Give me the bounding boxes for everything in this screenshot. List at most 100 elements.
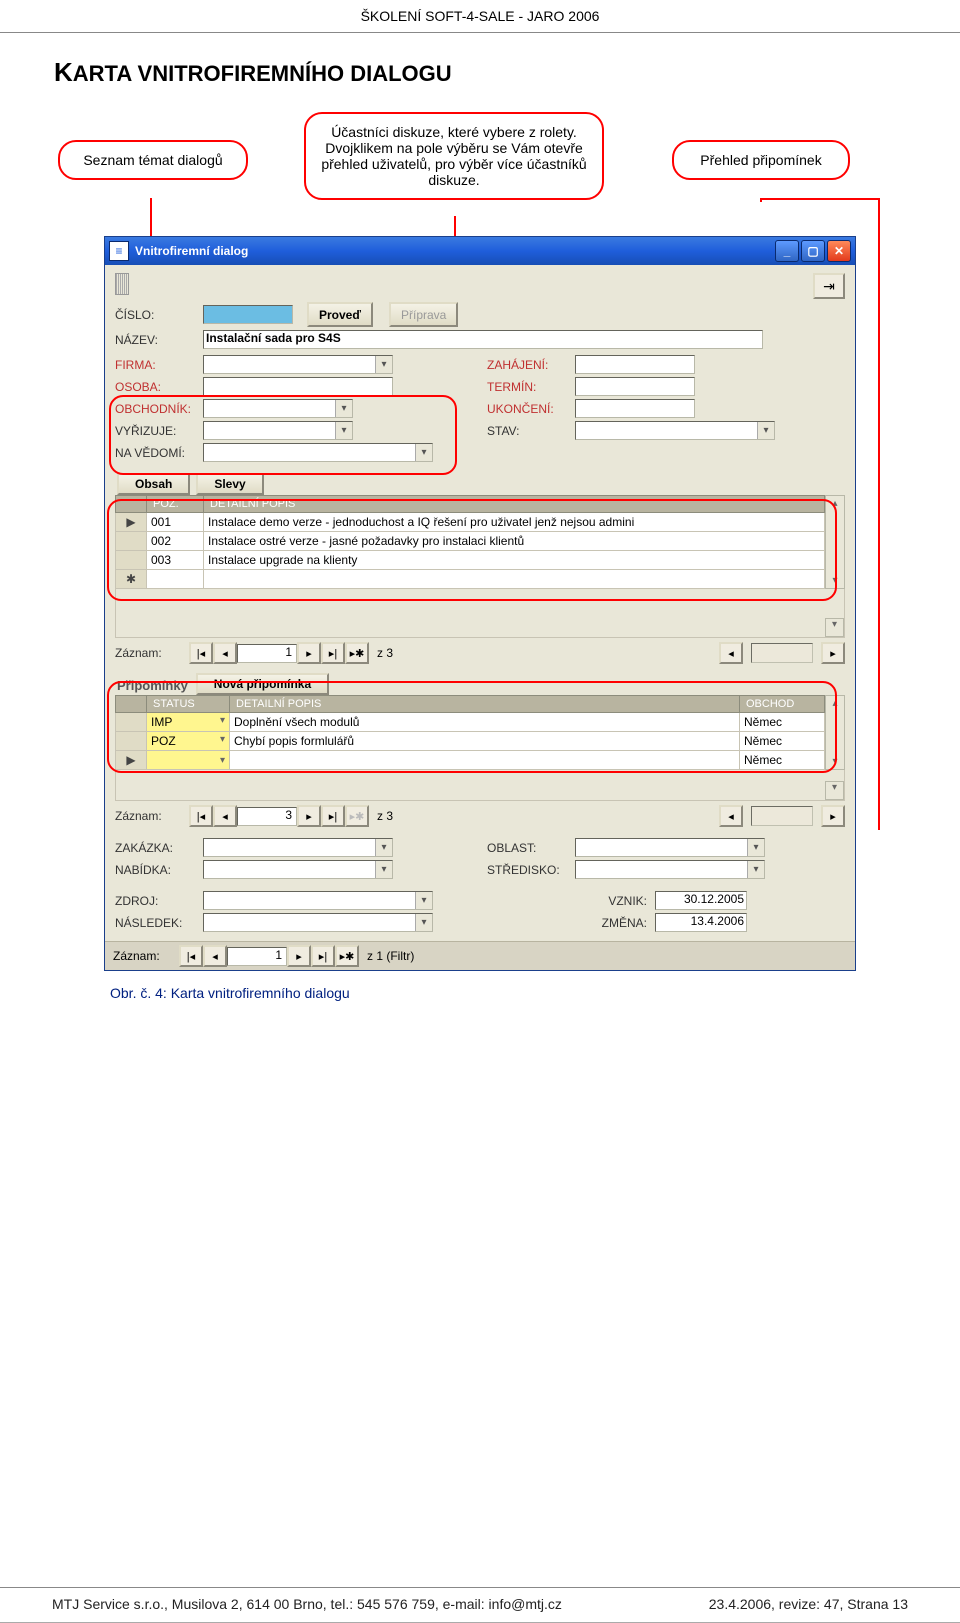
nav2-last-button[interactable]: ▸| [321,805,345,827]
nav3-prev-button[interactable]: ◂ [203,945,227,967]
label-navedomi: NA VĚDOMÍ: [115,446,203,460]
col-poz: POZ. [147,496,204,513]
chevron-down-icon[interactable]: ▾ [375,356,392,373]
nav2-first-button[interactable]: |◂ [189,805,213,827]
combo-obchodnik[interactable]: ▾ [203,399,353,418]
close-button[interactable]: ✕ [827,240,851,262]
doc-header: ŠKOLENÍ SOFT-4-SALE - JARO 2006 [0,0,960,33]
nav2-next-button[interactable]: ▸ [297,805,321,827]
chevron-down-icon[interactable]: ▾ [335,400,352,417]
button-nova-pripominka[interactable]: Nová připomínka [196,673,329,695]
label-stredisko: STŘEDISKO: [487,863,575,877]
page-footer: MTJ Service s.r.o., Musilova 2, 614 00 B… [0,1587,960,1612]
nav2-prev-button[interactable]: ◂ [213,805,237,827]
chevron-down-icon[interactable]: ▾ [415,914,432,931]
nav3-current[interactable]: 1 [227,947,287,966]
table-row: IMP ▾Doplnění všech modulůNěmec [116,713,825,732]
combo-nasledek[interactable]: ▾ [203,913,433,932]
button-proved[interactable]: Proveď [307,302,373,327]
table-row: 003Instalace upgrade na klienty [116,551,825,570]
dialog-window: ≡ Vnitrofiremní dialog _ ▢ ✕ ⇥ ČÍSLO: [104,236,856,971]
label-zmena: ZMĚNA: [487,916,655,930]
nav-new-button[interactable]: ▸✱ [345,642,369,664]
label-termin: TERMÍN: [487,380,575,394]
input-termin[interactable] [575,377,695,396]
grid2-scrollbar[interactable]: ▴▾ [825,695,845,770]
nav-current[interactable]: 1 [237,644,297,663]
label-nazev: NÁZEV: [115,333,203,347]
button-priprava[interactable]: Příprava [389,302,458,327]
combo-zdroj[interactable]: ▾ [203,891,433,910]
hscroll2-left[interactable]: ◂ [719,805,743,827]
combo-navedomi[interactable]: ▾ [203,443,433,462]
nav-first-button[interactable]: |◂ [189,642,213,664]
nav3-new-button[interactable]: ▸✱ [335,945,359,967]
input-osoba[interactable] [203,377,393,396]
label-zahajeni: ZAHÁJENÍ: [487,358,575,372]
table-row: ✱ [116,570,825,589]
combo-zakazka[interactable]: ▾ [203,838,393,857]
grid-pripominky[interactable]: STATUS DETAILNÍ POPIS OBCHOD IMP ▾Doplně… [115,695,825,770]
hscroll-left[interactable]: ◂ [719,642,743,664]
input-cislo[interactable] [203,305,293,324]
combo-oblast[interactable]: ▾ [575,838,765,857]
label-vznik: VZNIK: [487,894,655,908]
chevron-down-icon[interactable]: ▾ [757,422,774,439]
page-title: KARTA VNITROFIREMNÍHO DIALOGU [54,57,960,88]
nav3-next-button[interactable]: ▸ [287,945,311,967]
toolbar-action-icon[interactable]: ⇥ [813,273,845,299]
hscroll-right[interactable]: ▸ [821,642,845,664]
label-nabidka: NABÍDKA: [115,863,203,877]
col-status: STATUS [147,696,230,713]
chevron-down-icon[interactable]: ▾ [747,839,764,856]
tab-obsah[interactable]: Obsah [117,473,190,495]
combo-stav[interactable]: ▾ [575,421,775,440]
input-zahajeni[interactable] [575,355,695,374]
nav3-first-button[interactable]: |◂ [179,945,203,967]
input-vznik[interactable]: 30.12.2005 [655,891,747,910]
callout-seznam: Seznam témat dialogů [58,140,248,180]
combo-stredisko[interactable]: ▾ [575,860,765,879]
nav-prev-button[interactable]: ◂ [213,642,237,664]
combo-nabidka[interactable]: ▾ [203,860,393,879]
table-row: ▶ ▾Němec [116,751,825,770]
chevron-down-icon[interactable]: ▾ [335,422,352,439]
nav-next-button[interactable]: ▸ [297,642,321,664]
chevron-down-icon[interactable]: ▾ [375,861,392,878]
chevron-down-icon[interactable]: ▾ [747,861,764,878]
label-vyrizuje: VYŘIZUJE: [115,424,203,438]
nav2-total: z 3 [377,809,393,823]
input-ukonceni[interactable] [575,399,695,418]
nav2-new-button[interactable]: ▸✱ [345,805,369,827]
grid-scrollbar[interactable]: ▴▾ [825,495,845,589]
chevron-down-icon[interactable]: ▾ [375,839,392,856]
col-obchod: OBCHOD [740,696,825,713]
label-zakazka: ZAKÁZKA: [115,841,203,855]
label-cislo: ČÍSLO: [115,308,203,322]
label-stav: STAV: [487,424,575,438]
input-zmena[interactable]: 13.4.2006 [655,913,747,932]
nav-total: z 3 [377,646,393,660]
window-title: Vnitrofiremní dialog [135,244,775,258]
footer-right: 23.4.2006, revize: 47, Strana 13 [709,1596,908,1612]
nav-last-button[interactable]: ▸| [321,642,345,664]
combo-vyrizuje[interactable]: ▾ [203,421,353,440]
titlebar[interactable]: ≡ Vnitrofiremní dialog _ ▢ ✕ [105,237,855,265]
input-nazev[interactable]: Instalační sada pro S4S [203,330,763,349]
nav3-last-button[interactable]: ▸| [311,945,335,967]
hscroll2-right[interactable]: ▸ [821,805,845,827]
label-zaznam2: Záznam: [115,809,181,823]
figure-caption: Obr. č. 4: Karta vnitrofiremního dialogu [110,985,960,1001]
nav2-current[interactable]: 3 [237,807,297,826]
callout-row: Seznam témat dialogů Účastníci diskuze, … [0,106,960,236]
tab-slevy[interactable]: Slevy [196,473,263,495]
maximize-button[interactable]: ▢ [801,240,825,262]
label-zaznam3: Záznam: [113,949,171,963]
chevron-down-icon[interactable]: ▾ [415,892,432,909]
combo-firma[interactable]: ▾ [203,355,393,374]
toolbar-handle[interactable] [115,273,129,295]
minimize-button[interactable]: _ [775,240,799,262]
grid-obsah[interactable]: POZ. DETAILNÍ POPIS ▶001Instalace demo v… [115,495,825,589]
chevron-down-icon[interactable]: ▾ [415,444,432,461]
label-ukonceni: UKONČENÍ: [487,402,575,416]
